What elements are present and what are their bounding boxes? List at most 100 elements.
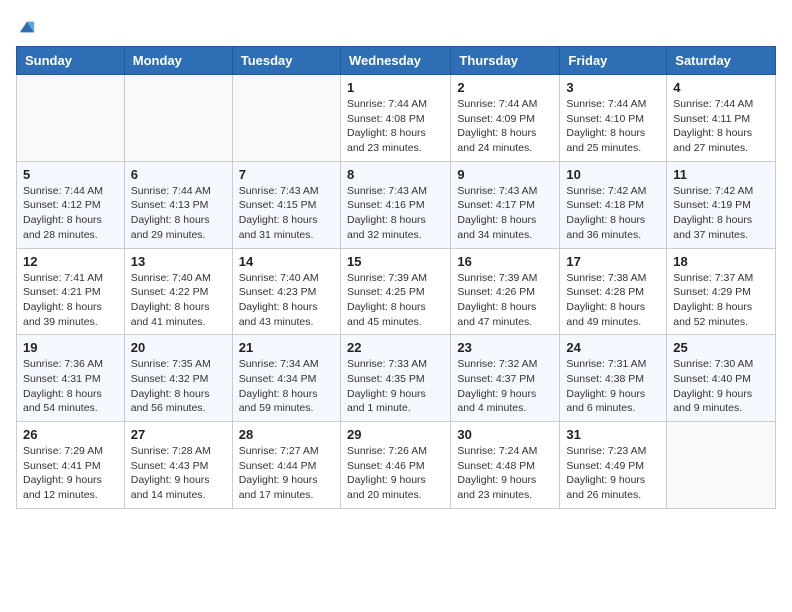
day-number: 20 [131,340,226,355]
day-number: 2 [457,80,553,95]
day-info: Sunrise: 7:43 AM Sunset: 4:15 PM Dayligh… [239,184,334,243]
day-number: 24 [566,340,660,355]
calendar-cell: 24 Sunrise: 7:31 AM Sunset: 4:38 PM Dayli… [560,335,667,422]
calendar-week-row: 12Sunrise: 7:41 AM Sunset: 4:21 PM Dayli… [17,248,776,335]
day-info: Sunrise: 7:44 AM Sunset: 4:10 PM Dayligh… [566,97,660,156]
calendar-cell [124,75,232,162]
day-info: Sunrise: 7:44 AM Sunset: 4:13 PM Dayligh… [131,184,226,243]
calendar-cell: 6 Sunrise: 7:44 AM Sunset: 4:13 PM Daylig… [124,161,232,248]
day-info: Sunrise: 7:31 AM Sunset: 4:38 PM Dayligh… [566,357,660,416]
day-number: 3 [566,80,660,95]
day-info: Sunrise: 7:37 AM Sunset: 4:29 PM Dayligh… [673,271,769,330]
day-info: Sunrise: 7:26 AM Sunset: 4:46 PM Dayligh… [347,444,444,503]
calendar-week-row: 26Sunrise: 7:29 AM Sunset: 4:41 PM Dayli… [17,422,776,509]
day-info: Sunrise: 7:29 AM Sunset: 4:41 PM Dayligh… [23,444,118,503]
day-info: Sunrise: 7:23 AM Sunset: 4:49 PM Dayligh… [566,444,660,503]
day-of-week-header: Wednesday [340,47,450,75]
calendar-cell: 31Sunrise: 7:23 AM Sunset: 4:49 PM Dayli… [560,422,667,509]
day-info: Sunrise: 7:42 AM Sunset: 4:18 PM Dayligh… [566,184,660,243]
day-info: Sunrise: 7:33 AM Sunset: 4:35 PM Dayligh… [347,357,444,416]
calendar-cell: 1 Sunrise: 7:44 AM Sunset: 4:08 PM Daylig… [340,75,450,162]
day-number: 23 [457,340,553,355]
day-number: 10 [566,167,660,182]
day-info: Sunrise: 7:40 AM Sunset: 4:23 PM Dayligh… [239,271,334,330]
day-info: Sunrise: 7:42 AM Sunset: 4:19 PM Dayligh… [673,184,769,243]
day-number: 11 [673,167,769,182]
calendar-week-row: 1 Sunrise: 7:44 AM Sunset: 4:08 PM Daylig… [17,75,776,162]
day-of-week-header: Saturday [667,47,776,75]
page-header [16,16,776,36]
day-info: Sunrise: 7:24 AM Sunset: 4:48 PM Dayligh… [457,444,553,503]
day-info: Sunrise: 7:40 AM Sunset: 4:22 PM Dayligh… [131,271,226,330]
day-number: 13 [131,254,226,269]
calendar-cell: 26Sunrise: 7:29 AM Sunset: 4:41 PM Dayli… [17,422,125,509]
calendar-cell: 16Sunrise: 7:39 AM Sunset: 4:26 PM Dayli… [451,248,560,335]
day-info: Sunrise: 7:34 AM Sunset: 4:34 PM Dayligh… [239,357,334,416]
day-info: Sunrise: 7:28 AM Sunset: 4:43 PM Dayligh… [131,444,226,503]
day-info: Sunrise: 7:36 AM Sunset: 4:31 PM Dayligh… [23,357,118,416]
calendar-cell: 2Sunrise: 7:44 AM Sunset: 4:09 PM Daylig… [451,75,560,162]
calendar-week-row: 19Sunrise: 7:36 AM Sunset: 4:31 PM Dayli… [17,335,776,422]
calendar-cell: 17 Sunrise: 7:38 AM Sunset: 4:28 PM Dayli… [560,248,667,335]
day-of-week-header: Thursday [451,47,560,75]
day-number: 29 [347,427,444,442]
day-info: Sunrise: 7:39 AM Sunset: 4:25 PM Dayligh… [347,271,444,330]
day-info: Sunrise: 7:27 AM Sunset: 4:44 PM Dayligh… [239,444,334,503]
day-info: Sunrise: 7:38 AM Sunset: 4:28 PM Dayligh… [566,271,660,330]
day-info: Sunrise: 7:30 AM Sunset: 4:40 PM Dayligh… [673,357,769,416]
calendar-cell: 25 Sunrise: 7:30 AM Sunset: 4:40 PM Dayli… [667,335,776,422]
logo [16,16,36,36]
day-of-week-header: Tuesday [232,47,340,75]
day-info: Sunrise: 7:35 AM Sunset: 4:32 PM Dayligh… [131,357,226,416]
calendar-cell: 13 Sunrise: 7:40 AM Sunset: 4:22 PM Dayli… [124,248,232,335]
day-info: Sunrise: 7:44 AM Sunset: 4:11 PM Dayligh… [673,97,769,156]
day-number: 25 [673,340,769,355]
day-number: 28 [239,427,334,442]
day-info: Sunrise: 7:44 AM Sunset: 4:12 PM Dayligh… [23,184,118,243]
day-number: 18 [673,254,769,269]
day-number: 27 [131,427,226,442]
day-number: 6 [131,167,226,182]
day-number: 22 [347,340,444,355]
day-number: 8 [347,167,444,182]
calendar-cell: 21 Sunrise: 7:34 AM Sunset: 4:34 PM Dayli… [232,335,340,422]
calendar-cell: 9 Sunrise: 7:43 AM Sunset: 4:17 PM Daylig… [451,161,560,248]
day-number: 14 [239,254,334,269]
calendar-cell [17,75,125,162]
day-of-week-header: Friday [560,47,667,75]
day-info: Sunrise: 7:43 AM Sunset: 4:17 PM Dayligh… [457,184,553,243]
calendar-cell: 18 Sunrise: 7:37 AM Sunset: 4:29 PM Dayli… [667,248,776,335]
calendar-cell: 19Sunrise: 7:36 AM Sunset: 4:31 PM Dayli… [17,335,125,422]
calendar-cell: 3 Sunrise: 7:44 AM Sunset: 4:10 PM Daylig… [560,75,667,162]
calendar-cell: 28 Sunrise: 7:27 AM Sunset: 4:44 PM Dayli… [232,422,340,509]
day-number: 15 [347,254,444,269]
calendar-cell: 7 Sunrise: 7:43 AM Sunset: 4:15 PM Daylig… [232,161,340,248]
calendar-cell: 23 Sunrise: 7:32 AM Sunset: 4:37 PM Dayli… [451,335,560,422]
calendar-cell: 15 Sunrise: 7:39 AM Sunset: 4:25 PM Dayli… [340,248,450,335]
calendar-cell [232,75,340,162]
day-info: Sunrise: 7:43 AM Sunset: 4:16 PM Dayligh… [347,184,444,243]
calendar-cell [667,422,776,509]
calendar-header-row: SundayMondayTuesdayWednesdayThursdayFrid… [17,47,776,75]
calendar-cell: 20 Sunrise: 7:35 AM Sunset: 4:32 PM Dayli… [124,335,232,422]
calendar-cell: 12Sunrise: 7:41 AM Sunset: 4:21 PM Dayli… [17,248,125,335]
calendar-cell: 4 Sunrise: 7:44 AM Sunset: 4:11 PM Daylig… [667,75,776,162]
calendar-cell: 5 Sunrise: 7:44 AM Sunset: 4:12 PM Daylig… [17,161,125,248]
day-number: 5 [23,167,118,182]
day-of-week-header: Sunday [17,47,125,75]
day-number: 4 [673,80,769,95]
day-info: Sunrise: 7:32 AM Sunset: 4:37 PM Dayligh… [457,357,553,416]
day-info: Sunrise: 7:44 AM Sunset: 4:08 PM Dayligh… [347,97,444,156]
day-number: 30 [457,427,553,442]
day-number: 12 [23,254,118,269]
day-info: Sunrise: 7:39 AM Sunset: 4:26 PM Dayligh… [457,271,553,330]
calendar-cell: 8 Sunrise: 7:43 AM Sunset: 4:16 PM Daylig… [340,161,450,248]
day-number: 21 [239,340,334,355]
day-number: 7 [239,167,334,182]
day-number: 17 [566,254,660,269]
day-number: 1 [347,80,444,95]
day-number: 9 [457,167,553,182]
calendar-cell: 10 Sunrise: 7:42 AM Sunset: 4:18 PM Dayli… [560,161,667,248]
day-of-week-header: Monday [124,47,232,75]
calendar-cell: 30 Sunrise: 7:24 AM Sunset: 4:48 PM Dayli… [451,422,560,509]
